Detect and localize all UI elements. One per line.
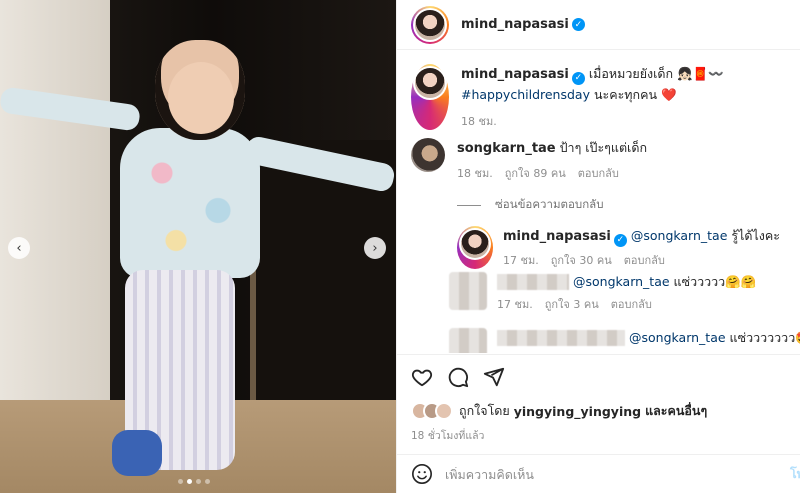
caption-username[interactable]: mind_napasasi	[461, 67, 569, 82]
reply-item: @songkarn_tae แซ่ววววว🤗🤗 17 ชม. ถูกใจ 3 …	[449, 272, 797, 313]
author-username[interactable]: mind_napasasi	[461, 17, 569, 32]
reply-reply-button[interactable]: ตอบกลับ	[611, 295, 652, 313]
caption-text-2: นะคะทุกคน	[593, 87, 658, 102]
verified-icon: ✓	[571, 18, 585, 31]
heart-emoji: ❤️	[661, 87, 677, 102]
post-photo[interactable]: ‹ ›	[0, 0, 396, 493]
next-photo-button[interactable]: ›	[364, 237, 386, 259]
photo-child-shoe	[112, 430, 162, 476]
add-comment-bar: โพ	[397, 454, 800, 493]
replies-divider	[457, 204, 481, 206]
blurred-avatar[interactable]	[449, 272, 487, 310]
chevron-left-icon: ‹	[16, 240, 22, 256]
reply-item: @songkarn_tae แซ่ววววววว🤩	[449, 328, 800, 353]
liked-by-label: ถูกใจโดย	[459, 403, 510, 418]
author-avatar[interactable]	[415, 9, 445, 40]
caption: mind_napasasi ✓ เมื่อหมวยยังเด็ก 👧🏻🧧〰️ #h…	[411, 64, 791, 130]
liker-avatars	[411, 402, 453, 420]
caption-hashtag[interactable]: #happychildrensday	[461, 87, 590, 102]
author-avatar-ring[interactable]	[411, 5, 449, 44]
reply-avatar-ring[interactable]	[457, 226, 493, 269]
add-comment-input[interactable]	[445, 466, 775, 482]
previous-photo-button[interactable]: ‹	[8, 237, 30, 259]
liked-by-others[interactable]: และคนอื่นๆ	[645, 401, 707, 421]
comment-text: ป้าๆ เป๊ะๆแต่เด็ก	[559, 140, 648, 155]
post-time-ago[interactable]: 18 ชั่วโมงที่แล้ว	[397, 427, 800, 444]
photo-child-face	[168, 62, 234, 134]
post-header: mind_napasasi ✓	[397, 0, 800, 50]
liked-by-user[interactable]: yingying_yingying	[514, 404, 641, 419]
post-side-panel: mind_napasasi ✓ mind_napasasi ✓ เมื่อหมวย…	[396, 0, 800, 493]
carousel-dot	[205, 479, 210, 484]
share-icon[interactable]	[483, 366, 505, 388]
reply-username[interactable]: mind_napasasi	[503, 229, 611, 244]
caption-avatar[interactable]	[415, 68, 445, 98]
comment-likes[interactable]: ถูกใจ 89 คน	[505, 164, 566, 182]
reply-avatar[interactable]	[461, 230, 489, 258]
comment-reply-button[interactable]: ตอบกลับ	[578, 164, 619, 182]
verified-icon: ✓	[571, 72, 585, 85]
carousel-dots	[178, 479, 210, 484]
reply-reply-button[interactable]: ตอบกลับ	[624, 251, 665, 269]
emoji-icon[interactable]	[411, 463, 433, 485]
caption-avatar-ring[interactable]	[411, 64, 449, 130]
carousel-dot	[178, 479, 183, 484]
reply-mention[interactable]: @songkarn_tae	[629, 328, 726, 347]
reply-time[interactable]: 17 ชม.	[497, 295, 533, 313]
heart-icon[interactable]	[411, 366, 433, 388]
verified-icon: ✓	[613, 234, 627, 247]
reply-text: แซ่ววววววว🤩	[729, 330, 800, 345]
caption-text: เมื่อหมวยยังเด็ก 👧🏻🧧〰️	[588, 66, 724, 81]
action-icons	[397, 355, 800, 399]
reply-mention[interactable]: @songkarn_tae	[631, 228, 728, 243]
comment-time[interactable]: 18 ชม.	[457, 164, 493, 182]
reply-item: mind_napasasi ✓ @songkarn_tae รู้ได้ไงคะ …	[457, 226, 793, 269]
commenter-avatar[interactable]	[411, 138, 445, 172]
post-actions: ถูกใจโดย yingying_yingying และคนอื่นๆ 18…	[397, 354, 800, 444]
comment-icon[interactable]	[447, 366, 469, 388]
blurred-username[interactable]	[497, 273, 569, 290]
reply-mention[interactable]: @songkarn_tae	[573, 272, 670, 291]
likes-summary: ถูกใจโดย yingying_yingying และคนอื่นๆ	[397, 399, 800, 423]
chevron-right-icon: ›	[372, 240, 378, 256]
reply-text: แซ่ววววว🤗🤗	[673, 274, 757, 289]
comments-section[interactable]: mind_napasasi ✓ เมื่อหมวยยังเด็ก 👧🏻🧧〰️ #h…	[397, 50, 800, 353]
hide-replies-button[interactable]: ซ่อนข้อความตอบกลับ	[457, 196, 604, 214]
liker-avatar[interactable]	[435, 402, 453, 420]
blurred-avatar[interactable]	[449, 328, 487, 353]
photo-child-shirt	[120, 128, 260, 278]
carousel-dot-active	[187, 479, 192, 484]
post-comment-button[interactable]: โพ	[790, 464, 800, 484]
commenter-username[interactable]: songkarn_tae	[457, 141, 556, 156]
hide-replies-label: ซ่อนข้อความตอบกลับ	[495, 197, 604, 211]
reply-time[interactable]: 17 ชม.	[503, 251, 539, 269]
carousel-dot	[196, 479, 201, 484]
comment-item: songkarn_tae ป้าๆ เป๊ะๆแต่เด็ก 18 ชม. ถู…	[411, 138, 787, 182]
blurred-username[interactable]	[497, 329, 625, 346]
caption-time[interactable]: 18 ชม.	[461, 112, 497, 130]
reply-likes[interactable]: ถูกใจ 30 คน	[551, 251, 612, 269]
reply-likes[interactable]: ถูกใจ 3 คน	[545, 295, 599, 313]
reply-text: รู้ได้ไงคะ	[731, 228, 780, 243]
